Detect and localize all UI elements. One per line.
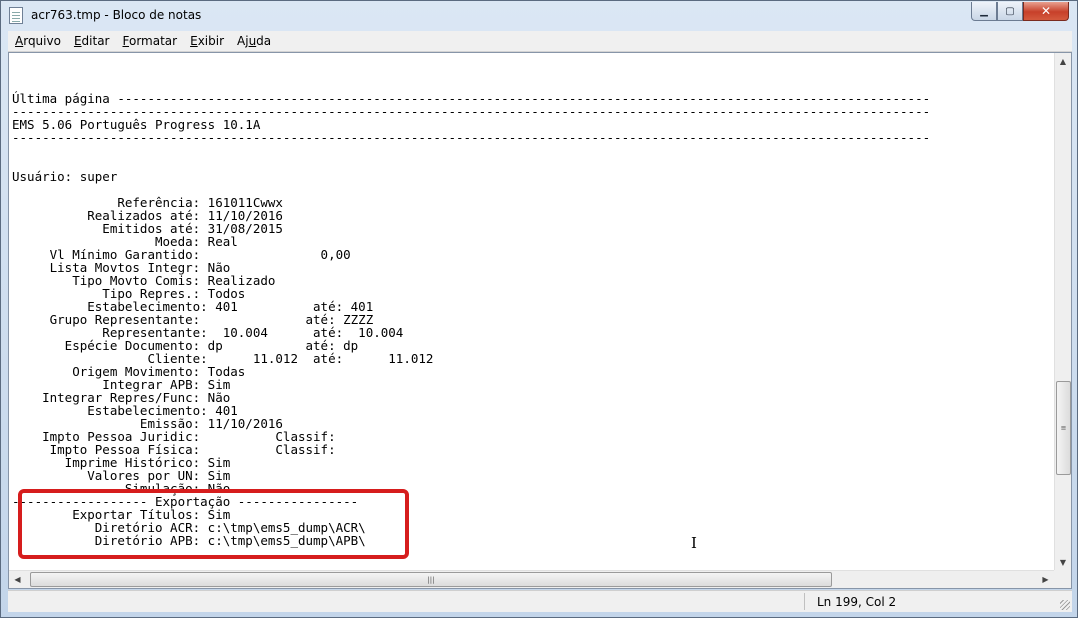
menu-exibir[interactable]: Exibir xyxy=(182,34,229,48)
scroll-up-icon[interactable]: ▲ xyxy=(1055,53,1071,70)
menu-arquivo[interactable]: Arquivo xyxy=(8,34,66,48)
window-title: acr763.tmp - Bloco de notas xyxy=(31,8,202,22)
vertical-scrollbar[interactable]: ▲ ≡ ▼ xyxy=(1054,53,1071,571)
maximize-icon: ▢ xyxy=(1005,5,1015,17)
document-line: ----------------------------------------… xyxy=(12,130,931,145)
close-icon: ✕ xyxy=(1040,4,1052,18)
menu-formatar[interactable]: Formatar xyxy=(115,34,183,48)
close-button[interactable]: ✕ xyxy=(1023,2,1069,21)
menu-bar: Arquivo Editar Formatar Exibir Ajuda xyxy=(8,31,1072,52)
horizontal-scroll-thumb[interactable]: ||| xyxy=(30,572,832,587)
text-editor[interactable]: Última página --------------------------… xyxy=(8,52,1072,589)
status-divider xyxy=(804,593,805,610)
text-cursor-icon: I xyxy=(691,534,697,552)
notepad-icon[interactable] xyxy=(9,7,23,24)
scroll-right-icon[interactable]: ▶ xyxy=(1037,571,1054,588)
menu-ajuda[interactable]: Ajuda xyxy=(229,34,276,48)
resize-grip-icon[interactable] xyxy=(1060,600,1070,610)
scroll-left-icon[interactable]: ◀ xyxy=(9,571,26,588)
title-bar[interactable]: acr763.tmp - Bloco de notas ▁ ▢ ✕ xyxy=(1,1,1077,31)
scroll-down-icon[interactable]: ▼ xyxy=(1055,554,1071,571)
document-content: Última página --------------------------… xyxy=(12,53,1052,547)
vertical-scroll-thumb[interactable]: ≡ xyxy=(1056,381,1071,475)
notepad-window: acr763.tmp - Bloco de notas ▁ ▢ ✕ Arquiv… xyxy=(0,0,1078,618)
menu-editar[interactable]: Editar xyxy=(66,34,115,48)
document-line: Usuário: super xyxy=(12,169,118,184)
scrollbar-corner xyxy=(1054,570,1071,588)
minimize-button[interactable]: ▁ xyxy=(971,2,997,21)
export-highlight-box xyxy=(18,489,409,559)
status-bar: Ln 199, Col 2 xyxy=(8,590,1072,612)
minimize-icon: ▁ xyxy=(980,5,988,17)
horizontal-scrollbar[interactable]: ◀ ||| ▶ xyxy=(9,570,1054,588)
cursor-position: Ln 199, Col 2 xyxy=(817,595,897,609)
maximize-button[interactable]: ▢ xyxy=(997,2,1023,21)
